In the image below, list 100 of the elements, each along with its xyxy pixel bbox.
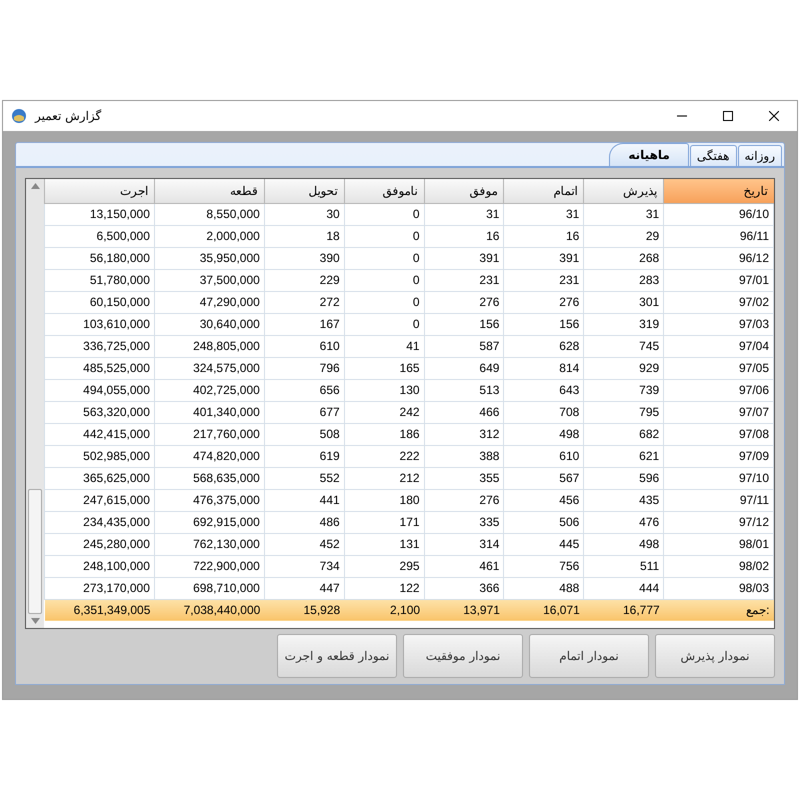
table-cell: 97/03 — [664, 313, 774, 335]
column-header[interactable]: اجرت — [44, 179, 154, 203]
chart-button[interactable]: نمودار اتمام — [529, 634, 649, 678]
table-cell: 314 — [424, 533, 504, 555]
scroll-up-icon[interactable] — [30, 183, 40, 189]
table-cell: 29 — [584, 225, 664, 247]
table-cell: 37,500,000 — [154, 269, 264, 291]
table-cell: 97/04 — [664, 335, 774, 357]
table-cell: 401,340,000 — [154, 401, 264, 423]
column-header[interactable]: اتمام — [504, 179, 584, 203]
total-label: جمع: — [664, 599, 774, 621]
table-cell: 587 — [424, 335, 504, 357]
table-cell: 390 — [264, 247, 344, 269]
scrollbar[interactable] — [26, 179, 44, 628]
table-cell: 248,100,000 — [44, 555, 154, 577]
table-cell: 96/10 — [664, 203, 774, 225]
table-cell: 47,290,000 — [154, 291, 264, 313]
table-cell: 229 — [264, 269, 344, 291]
tab[interactable]: هفتگی — [690, 145, 736, 166]
table-cell: 643 — [504, 379, 584, 401]
table-cell: 97/02 — [664, 291, 774, 313]
table-cell: 610 — [264, 335, 344, 357]
table-cell: 656 — [264, 379, 344, 401]
table-cell: 97/01 — [664, 269, 774, 291]
table-cell: 103,610,000 — [44, 313, 154, 335]
table-cell: 245,280,000 — [44, 533, 154, 555]
table-cell: 552 — [264, 467, 344, 489]
table-cell: 391 — [424, 247, 504, 269]
total-cell: 15,928 — [264, 599, 344, 621]
table-cell: 276 — [504, 291, 584, 313]
table-cell: 0 — [344, 313, 424, 335]
table-cell: 30 — [264, 203, 344, 225]
table-cell: 60,150,000 — [44, 291, 154, 313]
table-cell: 444 — [584, 577, 664, 599]
table-cell: 97/06 — [664, 379, 774, 401]
table-cell: 795 — [584, 401, 664, 423]
table-cell: 165 — [344, 357, 424, 379]
table-cell: 273,170,000 — [44, 577, 154, 599]
table-cell: 402,725,000 — [154, 379, 264, 401]
scrollbar-thumb[interactable] — [28, 489, 42, 614]
total-cell: 6,351,349,005 — [44, 599, 154, 621]
table-cell: 745 — [584, 335, 664, 357]
table-cell: 365,625,000 — [44, 467, 154, 489]
column-header[interactable]: قطعه — [154, 179, 264, 203]
table-cell: 692,915,000 — [154, 511, 264, 533]
table-cell: 698,710,000 — [154, 577, 264, 599]
column-header[interactable]: ناموفق — [344, 179, 424, 203]
table-cell: 796 — [264, 357, 344, 379]
table-cell: 610 — [504, 445, 584, 467]
table-cell: 466 — [424, 401, 504, 423]
table-cell: 231 — [504, 269, 584, 291]
column-header[interactable]: پذیرش — [584, 179, 664, 203]
table-cell: 16 — [424, 225, 504, 247]
chart-button[interactable]: نمودار موفقیت — [403, 634, 523, 678]
table-cell: 41 — [344, 335, 424, 357]
table-cell: 0 — [344, 269, 424, 291]
table-cell: 319 — [584, 313, 664, 335]
column-header[interactable]: موفق — [424, 179, 504, 203]
table-cell: 186 — [344, 423, 424, 445]
table-cell: 130 — [344, 379, 424, 401]
scroll-down-icon[interactable] — [30, 618, 40, 624]
chart-button[interactable]: نمودار قطعه و اجرت — [277, 634, 397, 678]
table-cell: 97/08 — [664, 423, 774, 445]
table-cell: 677 — [264, 401, 344, 423]
table-cell: 276 — [424, 291, 504, 313]
table-cell: 0 — [344, 225, 424, 247]
table-cell: 212 — [344, 467, 424, 489]
table-cell: 97/05 — [664, 357, 774, 379]
table-cell: 722,900,000 — [154, 555, 264, 577]
tab[interactable]: روزانه — [738, 145, 782, 166]
table-cell: 498 — [584, 533, 664, 555]
table-cell: 35,950,000 — [154, 247, 264, 269]
table-cell: 97/12 — [664, 511, 774, 533]
table-cell: 488 — [504, 577, 584, 599]
table-cell: 97/10 — [664, 467, 774, 489]
table-cell: 486 — [264, 511, 344, 533]
column-header[interactable]: تاریخ — [664, 179, 774, 203]
table-cell: 97/07 — [664, 401, 774, 423]
table-cell: 268 — [584, 247, 664, 269]
column-header[interactable]: تحویل — [264, 179, 344, 203]
table-cell: 167 — [264, 313, 344, 335]
table-cell: 621 — [584, 445, 664, 467]
table-cell: 814 — [504, 357, 584, 379]
table-cell: 234,435,000 — [44, 511, 154, 533]
table-cell: 734 — [264, 555, 344, 577]
table-cell: 8,550,000 — [154, 203, 264, 225]
table-cell: 628 — [504, 335, 584, 357]
table-cell: 56,180,000 — [44, 247, 154, 269]
tab[interactable]: ماهیانه — [609, 143, 689, 166]
table-cell: 222 — [344, 445, 424, 467]
table-cell: 13,150,000 — [44, 203, 154, 225]
table-cell: 16 — [504, 225, 584, 247]
table-cell: 31 — [424, 203, 504, 225]
table-cell: 0 — [344, 203, 424, 225]
chart-button[interactable]: نمودار پذیرش — [655, 634, 775, 678]
window-title: گزارش تعمیر — [35, 108, 102, 125]
table-cell: 456 — [504, 489, 584, 511]
total-cell: 13,971 — [424, 599, 504, 621]
table-cell: 494,055,000 — [44, 379, 154, 401]
app-globe-icon — [11, 108, 27, 124]
